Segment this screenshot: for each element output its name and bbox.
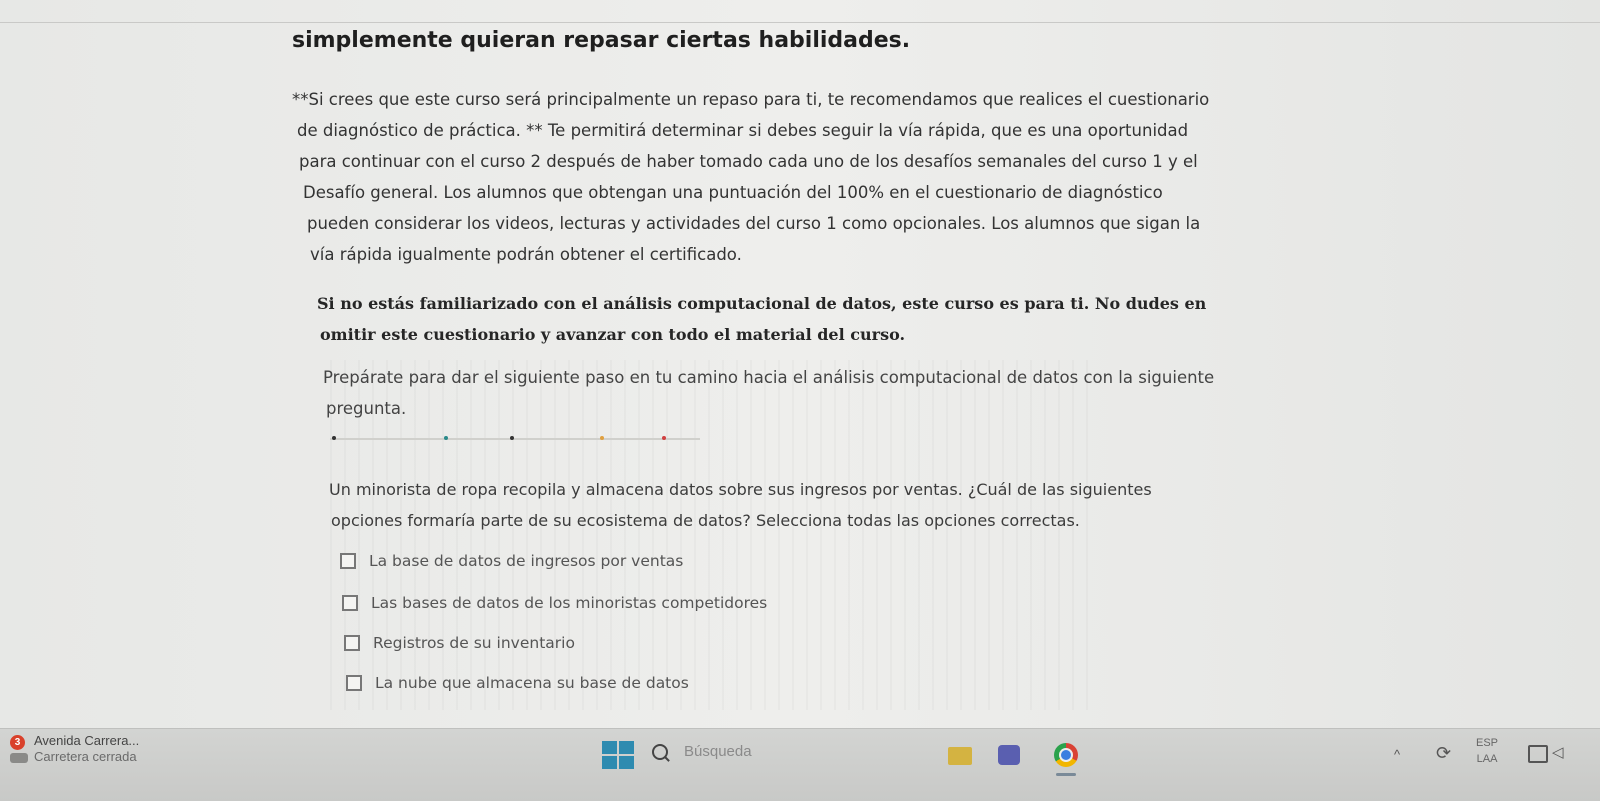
language-indicator[interactable]: ESP LAA [1476,735,1498,767]
separator-dot [600,436,604,440]
question-line: Un minorista de ropa recopila y almacena… [329,480,1152,499]
volume-icon[interactable]: ◁ [1552,743,1564,761]
option-label: La nube que almacena su base de datos [375,674,689,692]
paragraph-line: de diagnóstico de práctica. ** Te permit… [297,121,1189,140]
search-icon [652,743,668,760]
option-checkbox[interactable] [340,553,356,569]
beginner-note-paragraph: Si no estás familiarizado con el análisi… [0,288,1206,350]
paragraph-line: Prepárate para dar el siguiente paso en … [323,368,1215,387]
option-label: La base de datos de ingresos por ventas [369,552,684,570]
weather-alert-badge: 3 [10,735,25,750]
paragraph-line: vía rápida igualmente podrán obtener el … [310,245,742,264]
traffic-icon [10,753,28,763]
active-app-indicator [1056,773,1076,776]
windows-start-icon[interactable] [602,741,634,769]
chrome-icon[interactable] [1054,743,1078,767]
browser-viewport: simplemente quieran repasar ciertas habi… [0,0,1600,728]
paragraph-line: pueden considerar los videos, lecturas y… [307,214,1201,233]
separator-dot [662,436,666,440]
keyboard-layout: LAA [1476,753,1498,765]
paragraph-line: **Si crees que este curso será principal… [292,90,1210,109]
option-label: Registros de su inventario [373,634,575,652]
notification-icon[interactable] [1528,745,1548,763]
paragraph-line: Si no estás familiarizado con el análisi… [317,294,1207,313]
option-checkbox[interactable] [344,635,360,651]
option-checkbox[interactable] [346,675,362,691]
search-placeholder: Búsqueda [684,743,752,760]
question-prompt: Un minorista de ropa recopila y almacena… [0,474,1152,536]
question-separator [330,438,700,440]
paragraph-line: Desafío general. Los alumnos que obtenga… [303,183,1163,202]
question-line: opciones formaría parte de su ecosistema… [331,511,1080,530]
weather-subtitle: Carretera cerrada [34,749,137,764]
top-divider [0,22,1600,23]
option-label: Las bases de datos de los minoristas com… [371,594,768,612]
file-explorer-icon[interactable] [948,747,972,765]
prepare-paragraph: Prepárate para dar el siguiente paso en … [0,362,1214,424]
paragraph-line: pregunta. [326,399,407,418]
tray-overflow-chevron-icon[interactable]: ^ [1394,747,1400,762]
network-icon[interactable]: ⟳ [1436,743,1451,764]
option-cloud-storage[interactable]: La nube que almacena su base de datos [346,674,689,692]
teams-icon[interactable] [998,745,1020,765]
paragraph-line: para continuar con el curso 2 después de… [299,152,1198,171]
option-sales-database[interactable]: La base de datos de ingresos por ventas [340,552,683,570]
language-code: ESP [1476,737,1499,749]
option-competitor-databases[interactable]: Las bases de datos de los minoristas com… [342,594,767,612]
separator-dot [332,436,336,440]
recommendation-paragraph: **Si crees que este curso será principal… [0,84,1209,270]
windows-taskbar: 3 Avenida Carrera... Carretera cerrada B… [0,728,1600,801]
taskbar-search[interactable]: Búsqueda [652,743,752,760]
separator-dot [444,436,448,440]
section-heading: simplemente quieran repasar ciertas habi… [292,28,911,53]
weather-title: Avenida Carrera... [34,733,140,748]
separator-dot [510,436,514,440]
paragraph-line: omitir este cuestionario y avanzar con t… [320,325,906,344]
option-checkbox[interactable] [342,595,358,611]
option-inventory-records[interactable]: Registros de su inventario [344,634,575,652]
